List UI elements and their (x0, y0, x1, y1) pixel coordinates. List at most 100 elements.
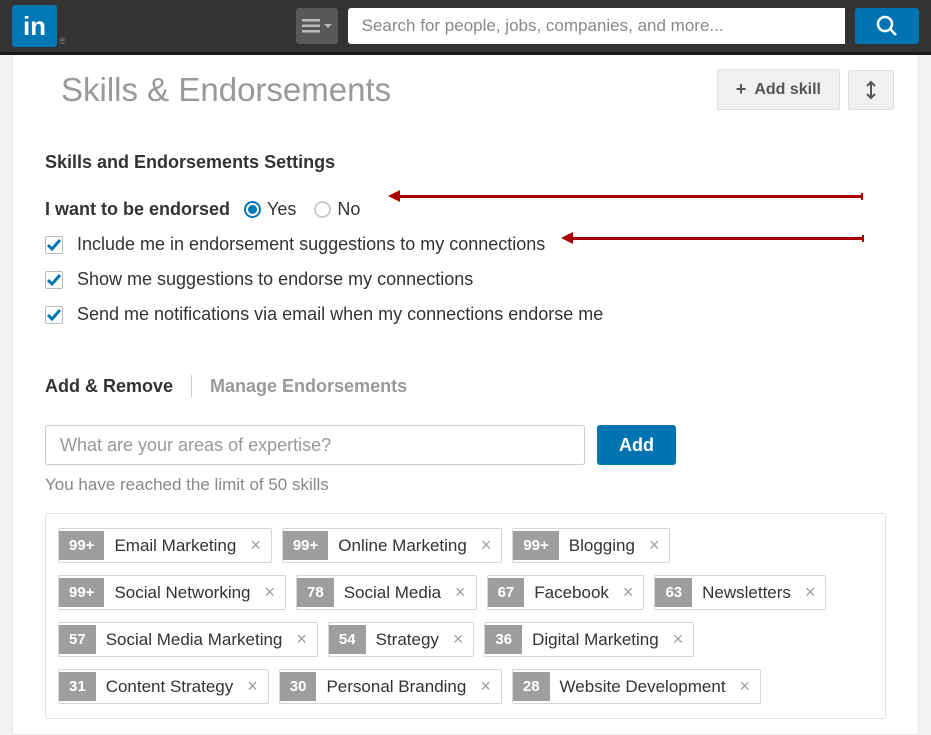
skill-count: 99+ (283, 531, 328, 560)
skill-name: Newsletters (692, 577, 801, 609)
checkbox-notify[interactable] (45, 306, 63, 324)
checkbox-show[interactable] (45, 271, 63, 289)
remove-skill-icon[interactable]: × (477, 529, 502, 562)
skill-name: Website Development (550, 671, 736, 703)
radio-yes[interactable] (244, 201, 261, 218)
remove-skill-icon[interactable]: × (243, 670, 268, 703)
check-icon (47, 309, 61, 321)
remove-skill-icon[interactable]: × (619, 576, 644, 609)
page-container: Skills & Endorsements + Add skill Skills… (12, 55, 919, 735)
page-title: Skills & Endorsements (61, 71, 717, 109)
nav-menu-button[interactable] (296, 8, 338, 44)
add-button[interactable]: Add (597, 425, 676, 465)
title-row: Skills & Endorsements + Add skill (13, 55, 918, 136)
limit-note: You have reached the limit of 50 skills (45, 475, 886, 495)
annotation-arrow-1 (398, 195, 863, 198)
check-icon (47, 274, 61, 286)
skill-name: Online Marketing (328, 530, 477, 562)
search-input[interactable] (348, 8, 845, 44)
skill-name: Digital Marketing (522, 624, 669, 656)
add-skill-button[interactable]: + Add skill (717, 69, 840, 110)
radio-yes-label: Yes (267, 199, 296, 220)
plus-icon: + (736, 79, 747, 100)
radio-no-label: No (337, 199, 360, 220)
endorse-radio-row: I want to be endorsed Yes No (45, 199, 886, 220)
checkbox-show-row: Show me suggestions to endorse my connec… (45, 269, 886, 290)
skill-chip: 99+Online Marketing× (282, 528, 502, 563)
remove-skill-icon[interactable]: × (669, 623, 694, 656)
remove-skill-icon[interactable]: × (261, 576, 286, 609)
annotation-arrow-2 (571, 237, 864, 240)
global-header: in ® (0, 0, 931, 55)
add-skill-label: Add skill (754, 81, 821, 99)
remove-skill-icon[interactable]: × (645, 529, 670, 562)
skill-chip: 31Content Strategy× (58, 669, 269, 704)
endorse-label: I want to be endorsed (45, 199, 230, 220)
skill-name: Strategy (366, 624, 449, 656)
skill-count: 31 (59, 672, 96, 701)
skill-name: Blogging (559, 530, 645, 562)
skill-count: 54 (329, 625, 366, 654)
settings-heading: Skills and Endorsements Settings (45, 152, 886, 173)
remove-skill-icon[interactable]: × (449, 623, 474, 656)
skill-chip: 99+Blogging× (512, 528, 670, 563)
skill-chip: 28Website Development× (512, 669, 761, 704)
skill-row: 99+Social Networking×78Social Media×67Fa… (58, 575, 873, 610)
check-icon (47, 239, 61, 251)
content: Skills and Endorsements Settings I want … (13, 136, 918, 719)
tab-manage-endorsements[interactable]: Manage Endorsements (210, 376, 407, 397)
reorder-button[interactable] (848, 70, 894, 110)
radio-no[interactable] (314, 201, 331, 218)
tab-add-remove[interactable]: Add & Remove (45, 376, 173, 397)
skill-chip: 36Digital Marketing× (484, 622, 694, 657)
linkedin-logo[interactable]: in (12, 5, 57, 47)
search-button[interactable] (855, 8, 919, 44)
skill-chip: 67Facebook× (487, 575, 645, 610)
chevron-down-icon (324, 24, 332, 28)
remove-skill-icon[interactable]: × (736, 670, 761, 703)
remove-skill-icon[interactable]: × (451, 576, 476, 609)
skill-count: 78 (297, 578, 334, 607)
tab-separator (191, 375, 192, 397)
skill-chip: 63Newsletters× (654, 575, 826, 610)
search-icon (876, 15, 898, 37)
skill-name: Email Marketing (104, 530, 246, 562)
skill-chip: 99+Email Marketing× (58, 528, 272, 563)
checkbox-notify-row: Send me notifications via email when my … (45, 304, 886, 325)
hamburger-icon (302, 19, 320, 33)
skill-count: 99+ (59, 578, 104, 607)
skill-count: 99+ (59, 531, 104, 560)
skill-name: Personal Branding (316, 671, 476, 703)
reorder-icon (863, 80, 879, 100)
skill-name: Social Media (334, 577, 451, 609)
skill-chip: 30Personal Branding× (279, 669, 502, 704)
tab-row: Add & Remove Manage Endorsements (45, 375, 886, 397)
remove-skill-icon[interactable]: × (246, 529, 271, 562)
skill-name: Facebook (524, 577, 619, 609)
skills-box: 99+Email Marketing×99+Online Marketing×9… (45, 513, 886, 719)
skill-count: 30 (280, 672, 317, 701)
remove-skill-icon[interactable]: × (801, 576, 826, 609)
remove-skill-icon[interactable]: × (292, 623, 317, 656)
skill-chip: 78Social Media× (296, 575, 477, 610)
logo-trademark: ® (59, 36, 66, 52)
checkbox-include-label: Include me in endorsement suggestions to… (77, 234, 545, 255)
skill-count: 36 (485, 625, 522, 654)
skill-count: 28 (513, 672, 550, 701)
skill-count: 63 (655, 578, 692, 607)
skill-count: 67 (488, 578, 525, 607)
skill-chip: 57Social Media Marketing× (58, 622, 318, 657)
skill-row: 57Social Media Marketing×54Strategy×36Di… (58, 622, 873, 657)
skill-chip: 99+Social Networking× (58, 575, 286, 610)
skill-row: 99+Email Marketing×99+Online Marketing×9… (58, 528, 873, 563)
skill-name: Social Networking (104, 577, 260, 609)
checkbox-notify-label: Send me notifications via email when my … (77, 304, 603, 325)
checkbox-include[interactable] (45, 236, 63, 254)
add-expertise-row: Add (45, 425, 886, 465)
remove-skill-icon[interactable]: × (476, 670, 501, 703)
skill-row: 31Content Strategy×30Personal Branding×2… (58, 669, 873, 704)
expertise-input[interactable] (45, 425, 585, 465)
checkbox-show-label: Show me suggestions to endorse my connec… (77, 269, 473, 290)
skill-count: 57 (59, 625, 96, 654)
skill-name: Content Strategy (96, 671, 244, 703)
